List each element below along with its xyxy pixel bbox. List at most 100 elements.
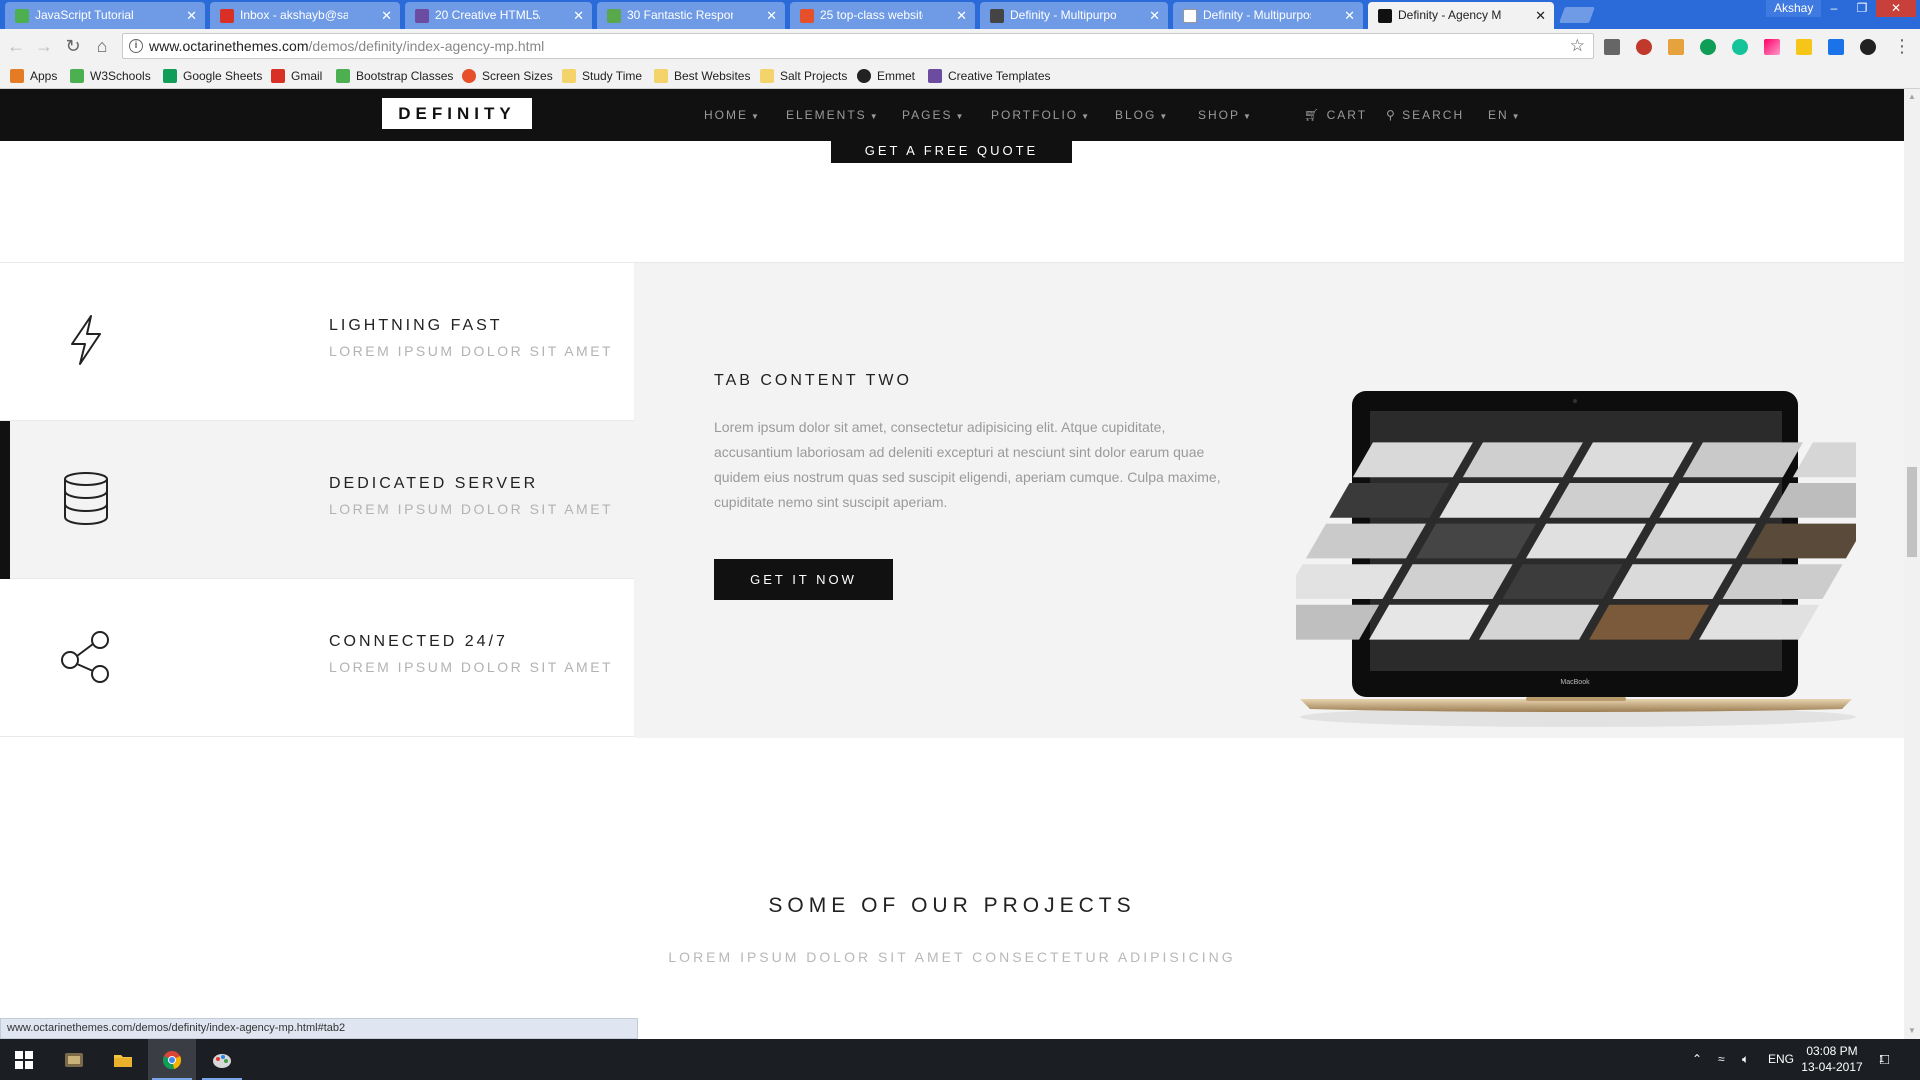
volume-icon[interactable]: 🔈︎ — [1742, 1039, 1749, 1080]
browser-tab[interactable]: Definity - Multipurpose C ✕ — [1173, 2, 1363, 29]
tray-chevron-icon[interactable]: ⌃ — [1692, 1039, 1702, 1080]
profile-button[interactable]: Akshay — [1766, 0, 1822, 17]
tab-close-icon[interactable]: ✕ — [1149, 2, 1160, 29]
folder-icon — [760, 69, 774, 83]
lightning-icon — [71, 315, 101, 365]
folder-icon — [654, 69, 668, 83]
nav-shop[interactable]: SHOP ▼ — [1198, 89, 1251, 141]
bookmark-label: Best Websites — [674, 69, 751, 83]
notification-count: 1 — [1879, 1054, 1885, 1064]
tab-close-icon[interactable]: ✕ — [1535, 2, 1546, 29]
bookmark-item[interactable]: Creative Templates — [928, 64, 1051, 88]
info-icon[interactable]: i — [129, 39, 143, 53]
bookmark-item[interactable]: Bootstrap Classes — [336, 64, 453, 88]
panel-title: TAB CONTENT TWO — [714, 372, 912, 389]
url-text[interactable]: www.octarinethemes.com/demos/definity/in… — [149, 34, 544, 58]
close-window-icon[interactable]: ✕ — [1876, 0, 1916, 17]
feature-title: DEDICATED SERVER — [329, 475, 539, 492]
browser-tab[interactable]: 25 top-class website ter ✕ — [790, 2, 975, 29]
taskbar-paint[interactable] — [198, 1039, 246, 1080]
nav-language[interactable]: EN ▼ — [1488, 89, 1520, 141]
nav-pages[interactable]: PAGES ▼ — [902, 89, 963, 141]
nav-home-label: HOME — [704, 108, 748, 122]
bookmark-item[interactable]: Google Sheets — [163, 64, 262, 88]
tab-close-icon[interactable]: ✕ — [186, 2, 197, 29]
back-icon[interactable]: ← — [6, 36, 26, 56]
tab-title: Inbox - akshayb@saltte — [240, 8, 348, 22]
bookmark-item[interactable]: W3Schools — [70, 64, 151, 88]
bookmark-item[interactable]: Apps — [10, 64, 57, 88]
star-extension-icon[interactable] — [1796, 39, 1812, 55]
grammarly-extension-icon[interactable] — [1732, 39, 1748, 55]
action-center-icon[interactable]: □1 — [1879, 1039, 1894, 1080]
page-scrollbar[interactable]: ▲ ▼ — [1904, 89, 1920, 1039]
evernote-extension-icon[interactable] — [1700, 39, 1716, 55]
browser-tab[interactable]: Inbox - akshayb@saltte ✕ — [210, 2, 400, 29]
tab-close-icon[interactable]: ✕ — [1344, 2, 1355, 29]
minimize-icon[interactable]: – — [1820, 0, 1848, 17]
bookmark-item[interactable]: Salt Projects — [760, 64, 847, 88]
nav-cart[interactable]: 🛒︎ CART — [1304, 89, 1367, 141]
nav-blog[interactable]: BLOG ▼ — [1115, 89, 1167, 141]
browser-tab[interactable]: 20 Creative HTML5/CSS3 ✕ — [405, 2, 592, 29]
bookmark-item[interactable]: Emmet — [857, 64, 915, 88]
browser-tab[interactable]: JavaScript Tutorial ✕ — [5, 2, 205, 29]
taskbar-chrome[interactable] — [148, 1039, 196, 1080]
nav-search-label: SEARCH — [1402, 108, 1465, 122]
dark-extension-icon[interactable] — [1860, 39, 1876, 55]
colorpicker-extension-icon[interactable] — [1764, 39, 1780, 55]
adblock-extension-icon[interactable] — [1636, 39, 1652, 55]
start-button[interactable] — [0, 1039, 48, 1080]
nav-home[interactable]: HOME ▼ — [704, 89, 759, 141]
active-tab-indicator — [0, 421, 10, 579]
scrollbar-thumb[interactable] — [1907, 467, 1917, 557]
caret-down-icon: ▼ — [869, 112, 878, 121]
browser-tab[interactable]: 30 Fantastic Responsive ✕ — [597, 2, 785, 29]
bookmark-star-icon[interactable]: ☆ — [1570, 36, 1585, 56]
taskbar-clock[interactable]: 03:08 PM 13-04-2017 — [1800, 1043, 1864, 1075]
browser-tab[interactable]: Definity - Multipurpose C ✕ — [980, 2, 1168, 29]
forward-icon[interactable]: → — [34, 36, 54, 56]
bookmark-item[interactable]: Study Time — [562, 64, 642, 88]
v-extension-icon[interactable] — [1828, 39, 1844, 55]
caret-down-icon: ▼ — [751, 112, 759, 121]
feature-tab-connected[interactable]: CONNECTED 24/7 LOREM IPSUM DOLOR SIT AME… — [0, 579, 634, 737]
home-icon[interactable]: ⌂ — [92, 36, 112, 56]
reload-icon[interactable]: ↻ — [63, 36, 83, 56]
address-bar[interactable]: i www.octarinethemes.com/demos/definity/… — [122, 33, 1594, 59]
bookmark-item[interactable]: Best Websites — [654, 64, 750, 88]
feature-title: CONNECTED 24/7 — [329, 633, 508, 650]
apps-grid-icon — [10, 69, 24, 83]
emmet-icon — [857, 69, 871, 83]
get-it-now-button[interactable]: GET IT NOW — [714, 559, 893, 600]
nav-search[interactable]: ⚲ SEARCH — [1386, 89, 1464, 141]
restore-icon[interactable]: ❐ — [1848, 0, 1876, 17]
site-logo[interactable]: DEFINITY — [382, 98, 532, 129]
tab-close-icon[interactable]: ✕ — [766, 2, 777, 29]
caret-down-icon: ▼ — [955, 112, 964, 121]
nav-elements[interactable]: ELEMENTS ▼ — [786, 89, 878, 141]
menu-icon[interactable]: ⋮ — [1892, 36, 1912, 56]
feature-tab-server[interactable]: DEDICATED SERVER LOREM IPSUM DOLOR SIT A… — [0, 421, 634, 579]
feature-tab-lightning[interactable]: LIGHTNING FAST LOREM IPSUM DOLOR SIT AME… — [0, 263, 634, 421]
tab-close-icon[interactable]: ✕ — [573, 2, 584, 29]
browser-tab[interactable]: Definity - Agency Multip ✕ — [1368, 2, 1554, 29]
bookmark-item[interactable]: Gmail — [271, 64, 322, 88]
language-indicator[interactable]: ENG — [1768, 1039, 1794, 1080]
tab-close-icon[interactable]: ✕ — [381, 2, 392, 29]
ruler-extension-icon[interactable] — [1668, 39, 1684, 55]
taskbar-file-explorer[interactable] — [99, 1039, 147, 1080]
scroll-down-icon[interactable]: ▼ — [1904, 1023, 1920, 1039]
new-tab-button[interactable] — [1559, 7, 1595, 23]
recycle-extension-icon[interactable] — [1604, 39, 1620, 55]
bookmark-item[interactable]: Screen Sizes — [462, 64, 553, 88]
network-icon[interactable]: ≈ — [1718, 1039, 1725, 1080]
nav-portfolio[interactable]: PORTFOLIO ▼ — [991, 89, 1089, 141]
bookmark-label: Creative Templates — [948, 69, 1051, 83]
taskbar-media-app[interactable] — [50, 1039, 98, 1080]
bookmark-label: Screen Sizes — [482, 69, 553, 83]
tab-close-icon[interactable]: ✕ — [956, 2, 967, 29]
scroll-up-icon[interactable]: ▲ — [1904, 89, 1920, 105]
nav-shop-label: SHOP — [1198, 108, 1241, 122]
projects-subheading: LOREM IPSUM DOLOR SIT AMET CONSECTETUR A… — [668, 949, 1236, 965]
